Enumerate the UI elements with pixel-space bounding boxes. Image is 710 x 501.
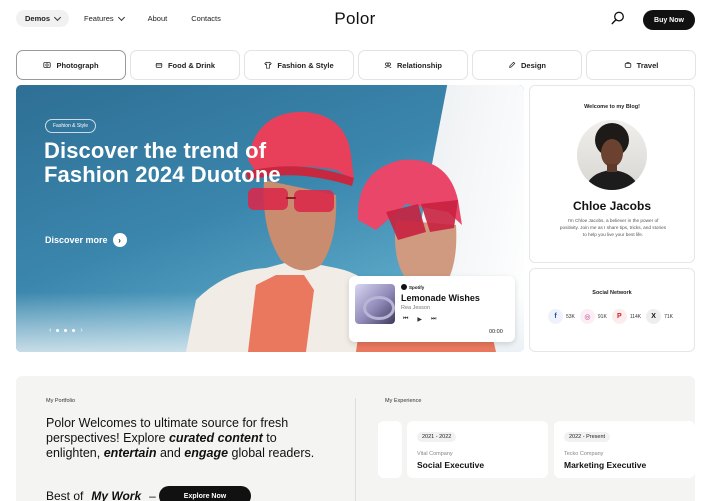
- social-count: 91K: [597, 313, 607, 320]
- buy-now-button[interactable]: Buy Now: [643, 10, 695, 30]
- discover-more-link[interactable]: Discover more ›: [45, 233, 127, 247]
- hero-tag[interactable]: Fashion & Style: [45, 119, 97, 133]
- social-links: f 53K ◎ 91K P 114K X 71K: [548, 309, 673, 324]
- intro-text: global readers.: [228, 446, 315, 460]
- section-divider: [355, 398, 356, 501]
- best-prefix: Best of: [46, 489, 84, 501]
- avatar: [577, 120, 647, 190]
- experience-company: Tecko Company: [564, 451, 604, 457]
- next-slide-button[interactable]: ›: [80, 327, 82, 334]
- experience-role: Marketing Executive: [564, 460, 647, 470]
- experience-years: 2021 - 2022: [417, 432, 457, 442]
- social-count: 53K: [566, 313, 575, 320]
- next-track-icon[interactable]: ⏭: [431, 316, 436, 323]
- spotify-icon: [401, 284, 407, 290]
- portfolio-label: My Portfolio: [46, 398, 76, 404]
- category-label: Food & Drink: [167, 60, 216, 70]
- experience-company: Vital Company: [417, 451, 453, 457]
- intro-emphasis: entertain: [103, 446, 157, 460]
- experience-card[interactable]: 2021 - 2022 Vital Company Social Executi…: [407, 421, 548, 478]
- social-count: 71K: [664, 313, 674, 320]
- category-label: Fashion & Style: [277, 60, 334, 70]
- slide-dot[interactable]: [56, 329, 60, 332]
- profile-name: Chloe Jacobs: [572, 199, 652, 213]
- experience-card-partial: [378, 421, 402, 478]
- portfolio-intro: Polor Welcomes to ultimate source for fr…: [46, 416, 321, 461]
- experience-years: 2022 - Present: [564, 432, 611, 442]
- album-art: [355, 284, 395, 324]
- track-artist: Rea Jesson: [401, 305, 431, 311]
- pinterest-icon: P: [611, 309, 627, 324]
- arrow-right-icon: ›: [112, 233, 127, 247]
- social-x[interactable]: X 71K: [646, 309, 673, 324]
- relationship-icon: [384, 62, 392, 69]
- previous-track-icon[interactable]: ⏮: [403, 316, 408, 323]
- search-icon[interactable]: [611, 11, 625, 25]
- play-icon[interactable]: ▶: [417, 316, 422, 323]
- hero-title: Discover the trend of Fashion 2024 Duoto…: [44, 138, 281, 187]
- portfolio-section: My Portfolio Polor Welcomes to ultimate …: [16, 376, 695, 501]
- category-fashion-style[interactable]: Fashion & Style: [244, 50, 354, 80]
- category-design[interactable]: Design: [472, 50, 582, 80]
- social-title: Social Network: [592, 290, 632, 296]
- social-instagram[interactable]: ◎ 91K: [579, 309, 607, 324]
- prev-slide-button[interactable]: ‹: [49, 327, 51, 334]
- best-work-heading: Best of My Work –: [46, 489, 156, 501]
- experience-card[interactable]: 2022 - Present Tecko Company Marketing E…: [554, 421, 695, 478]
- best-work: My Work: [91, 489, 142, 501]
- intro-emphasis: engage: [184, 446, 229, 460]
- category-photograph[interactable]: Photograph: [16, 50, 126, 80]
- spotify-brand: Spotify: [401, 284, 424, 290]
- social-facebook[interactable]: f 53K: [548, 309, 575, 324]
- slide-dot[interactable]: [72, 329, 76, 332]
- category-bar: Photograph Food & Drink Fashion & Style …: [16, 50, 696, 80]
- category-travel[interactable]: Travel: [586, 50, 696, 80]
- food-icon: [155, 63, 163, 68]
- social-count: 114K: [629, 313, 642, 320]
- profile-card: Welcome to my Blog! Chloe Jacobs I'm Chl…: [529, 85, 695, 263]
- intro-emphasis: curated content: [168, 431, 263, 445]
- hero-pager: ‹ ›: [49, 327, 83, 334]
- spotify-label: Spotify: [409, 284, 425, 290]
- photo-icon: [43, 62, 52, 68]
- welcome-heading: Welcome to my Blog!: [584, 104, 640, 110]
- pen-icon: [509, 61, 516, 68]
- experience-role: Social Executive: [417, 460, 485, 470]
- category-label: Photograph: [56, 60, 99, 70]
- top-nav: Demos Features About Contacts Polor Buy …: [0, 0, 710, 40]
- player-controls: ⏮ ▶ ⏭: [403, 316, 436, 323]
- category-relationship[interactable]: Relationship: [358, 50, 468, 80]
- x-icon: X: [646, 309, 662, 324]
- instagram-icon: ◎: [579, 309, 595, 324]
- experience-label: My Experience: [385, 398, 422, 404]
- discover-more-label: Discover more: [45, 235, 108, 245]
- travel-icon: [624, 62, 631, 68]
- category-label: Travel: [636, 60, 659, 70]
- category-label: Relationship: [396, 60, 442, 70]
- intro-text: and: [156, 446, 185, 460]
- shirt-icon: [264, 61, 273, 69]
- social-pinterest[interactable]: P 114K: [611, 309, 642, 324]
- avatar-portrait: [585, 123, 639, 190]
- slide-dot[interactable]: [64, 329, 68, 332]
- best-dash: –: [149, 489, 156, 501]
- profile-bio: I'm Chloe Jacobs, a believer in the powe…: [559, 218, 667, 237]
- category-label: Design: [520, 60, 546, 70]
- explore-now-button[interactable]: Explore Now: [159, 486, 251, 501]
- social-network-card: Social Network f 53K ◎ 91K P 114K X 71K: [529, 268, 695, 352]
- track-time: 00:00: [489, 329, 503, 335]
- music-player-card: Spotify Lemonade Wishes Rea Jesson ⏮ ▶ ⏭…: [349, 276, 515, 342]
- category-food-drink[interactable]: Food & Drink: [130, 50, 240, 80]
- track-title: Lemonade Wishes: [401, 293, 480, 303]
- site-logo[interactable]: Polor: [0, 9, 710, 29]
- facebook-icon: f: [548, 309, 563, 324]
